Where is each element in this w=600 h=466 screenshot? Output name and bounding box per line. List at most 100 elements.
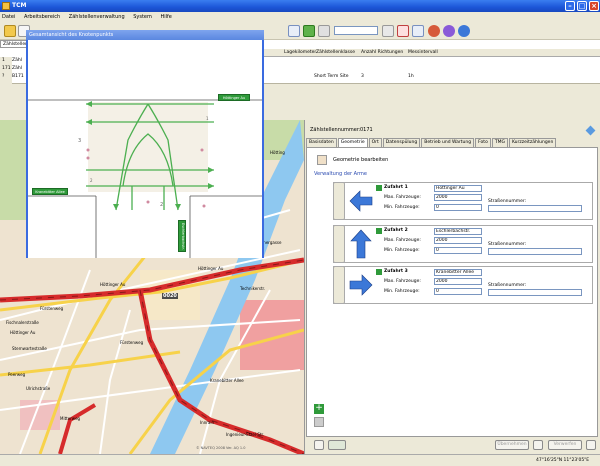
back-icon[interactable]	[303, 25, 315, 37]
station-marker[interactable]: 0020	[162, 293, 178, 299]
street-number-field[interactable]	[488, 289, 582, 296]
arm-drag-handle[interactable]	[333, 182, 345, 220]
min-label: Min. Fahrzeuge:	[384, 248, 420, 253]
row-header[interactable]: ?	[0, 73, 12, 81]
max-vehicles-field[interactable]: 2000	[434, 278, 482, 285]
cell-richtungen: 3	[361, 74, 364, 79]
arm-status-icon	[376, 269, 382, 275]
arm-drag-handle[interactable]	[333, 225, 345, 263]
label-hoettinger-au[interactable]: Höttinger Au	[218, 94, 250, 101]
col-zaehlstellenklasse[interactable]: Zählstellenklasse	[316, 49, 355, 57]
row-header[interactable]: 1	[0, 57, 12, 65]
add-arm-button[interactable]: +	[314, 404, 324, 414]
status-bar: 47°16'25"N 11°23'05"E	[0, 454, 600, 466]
popup-title-bar[interactable]: Gesamtansicht des Knotenpunkts	[26, 30, 264, 40]
map-street-label: Höttinger Au	[10, 330, 36, 335]
menu-datei[interactable]: Datei	[2, 12, 15, 22]
row-label: B171	[12, 74, 24, 79]
map-street-label: Peerweg	[8, 372, 26, 377]
delete-icon[interactable]	[397, 25, 409, 37]
junction-overview-window: Höttinger Au Eschlerbachstr. Kranebitter…	[26, 30, 264, 258]
col-anzahl-richtungen[interactable]: Anzahl Richtungen	[361, 49, 403, 57]
min-vehicles-field[interactable]: 0	[434, 247, 482, 254]
station-number-label: Zählstellennummer:	[310, 127, 361, 133]
max-label: Max. Fahrzeuge:	[384, 195, 421, 200]
map-street-label: Fürstenweg	[40, 306, 64, 311]
station-number-value: 0171	[360, 127, 373, 133]
remove-arm-button[interactable]	[314, 417, 324, 427]
max-vehicles-field[interactable]: 2000	[434, 237, 482, 244]
list-icon[interactable]	[288, 25, 300, 37]
arm-title: Zufahrt 1	[384, 185, 408, 190]
arrow-left-icon	[349, 190, 373, 212]
max-vehicles-field[interactable]: 2000	[434, 194, 482, 201]
tab-datenspuelung[interactable]: Datenspülung	[382, 138, 421, 147]
coordinates: 47°16'25"N 11°23'05"E	[536, 458, 590, 463]
forward-icon[interactable]	[318, 25, 330, 37]
junction-diagram	[28, 30, 262, 258]
col-messintervall[interactable]: Messintervall	[408, 49, 438, 57]
menu-hilfe[interactable]: Hilfe	[160, 12, 171, 22]
map-street-label: Ulrichstraße	[26, 386, 51, 391]
min-vehicles-field[interactable]: 0	[434, 288, 482, 295]
discard-button[interactable]: Verwerfen	[548, 440, 582, 450]
zoom-dropdown[interactable]	[334, 26, 378, 35]
menu-arbeitsbereich[interactable]: Arbeitsbereich	[24, 12, 60, 22]
menu-system[interactable]: System	[133, 12, 152, 22]
map-street-label: Technikerstr.	[240, 286, 266, 291]
lane-number: 1	[206, 116, 209, 121]
save-icon[interactable]	[533, 440, 543, 450]
min-vehicles-field[interactable]: 0	[434, 204, 482, 211]
lane-number: 3	[78, 138, 82, 144]
open-folder-icon[interactable]	[4, 25, 16, 37]
street-number-label: Straßennummer:	[488, 283, 527, 288]
tab-ort[interactable]: Ort	[368, 138, 382, 147]
arm-title: Zufahrt 3	[384, 269, 408, 274]
title-bar: TCM – □ ×	[0, 0, 600, 12]
label-kranebitter-allee[interactable]: Kranebitter Allee	[32, 188, 68, 195]
tab-betrieb[interactable]: Betrieb und Wartung	[421, 138, 475, 147]
purple-globe-icon[interactable]	[443, 25, 455, 37]
map-street-label: Innrain	[200, 420, 214, 425]
tab-tmg[interactable]: TMG	[491, 138, 508, 147]
table-row[interactable]: Short Term Site 3 1h	[260, 73, 600, 80]
apply-button[interactable]: Übernehmen	[495, 440, 529, 450]
tab-basisdaten[interactable]: Basisdaten	[306, 138, 337, 147]
arm-card-1: Zufahrt 1 Höttinger Au Max. Fahrzeuge: 2…	[333, 182, 593, 220]
arm-road-field[interactable]: Höttinger Au	[434, 185, 482, 192]
row-header[interactable]: 171	[0, 65, 12, 73]
arm-drag-handle[interactable]	[333, 266, 345, 304]
max-label: Max. Fahrzeuge:	[384, 279, 421, 284]
arm-title: Zufahrt 2	[384, 228, 408, 233]
popup-title: Gesamtansicht des Knotenpunkts	[29, 32, 114, 38]
arm-card-3: Zufahrt 3 Kranebitter Allee Max. Fahrzeu…	[333, 266, 593, 304]
red-globe-icon[interactable]	[428, 25, 440, 37]
minimize-button[interactable]: –	[565, 1, 575, 11]
label-eschlerbachstr[interactable]: Eschlerbachstr.	[178, 220, 186, 252]
col-lagekilometer[interactable]: Lagekilometer	[284, 49, 316, 57]
sync-button[interactable]	[328, 440, 346, 450]
grid-icon[interactable]	[412, 25, 424, 37]
map-toggle-button[interactable]	[314, 440, 324, 450]
arm-road-field[interactable]: Kranebitter Allee	[434, 269, 482, 276]
close-button[interactable]: ×	[589, 1, 599, 11]
map-street-label: Fürstenweg	[120, 340, 144, 345]
arm-road-field[interactable]: Eschlerbachstr.	[434, 228, 482, 235]
street-number-field[interactable]	[488, 205, 582, 212]
row-label: Zähl	[12, 66, 22, 71]
row-headers: 1 171 ?	[0, 57, 12, 84]
menu-zaehlstellenverwaltung[interactable]: Zählstellenverwaltung	[69, 12, 125, 22]
tab-kurzzeitzaehlungen[interactable]: Kurzzeitzählungen	[508, 138, 557, 147]
maximize-button[interactable]: □	[577, 1, 587, 11]
edit-geometry-icon[interactable]	[317, 155, 327, 165]
street-number-field[interactable]	[488, 248, 582, 255]
undo-icon[interactable]	[586, 440, 596, 450]
row-labels: Zähl Zähl B171	[12, 57, 26, 84]
select-icon[interactable]	[382, 25, 394, 37]
arrow-up-icon	[350, 229, 372, 259]
edit-geometry-label[interactable]: Geometrie bearbeiten	[333, 157, 388, 163]
map-street-label: Höttinger Au	[100, 282, 126, 287]
tab-geometrie[interactable]: Geometrie	[337, 138, 368, 147]
tab-foto[interactable]: Foto	[475, 138, 491, 147]
blue-globe-icon[interactable]	[458, 25, 470, 37]
